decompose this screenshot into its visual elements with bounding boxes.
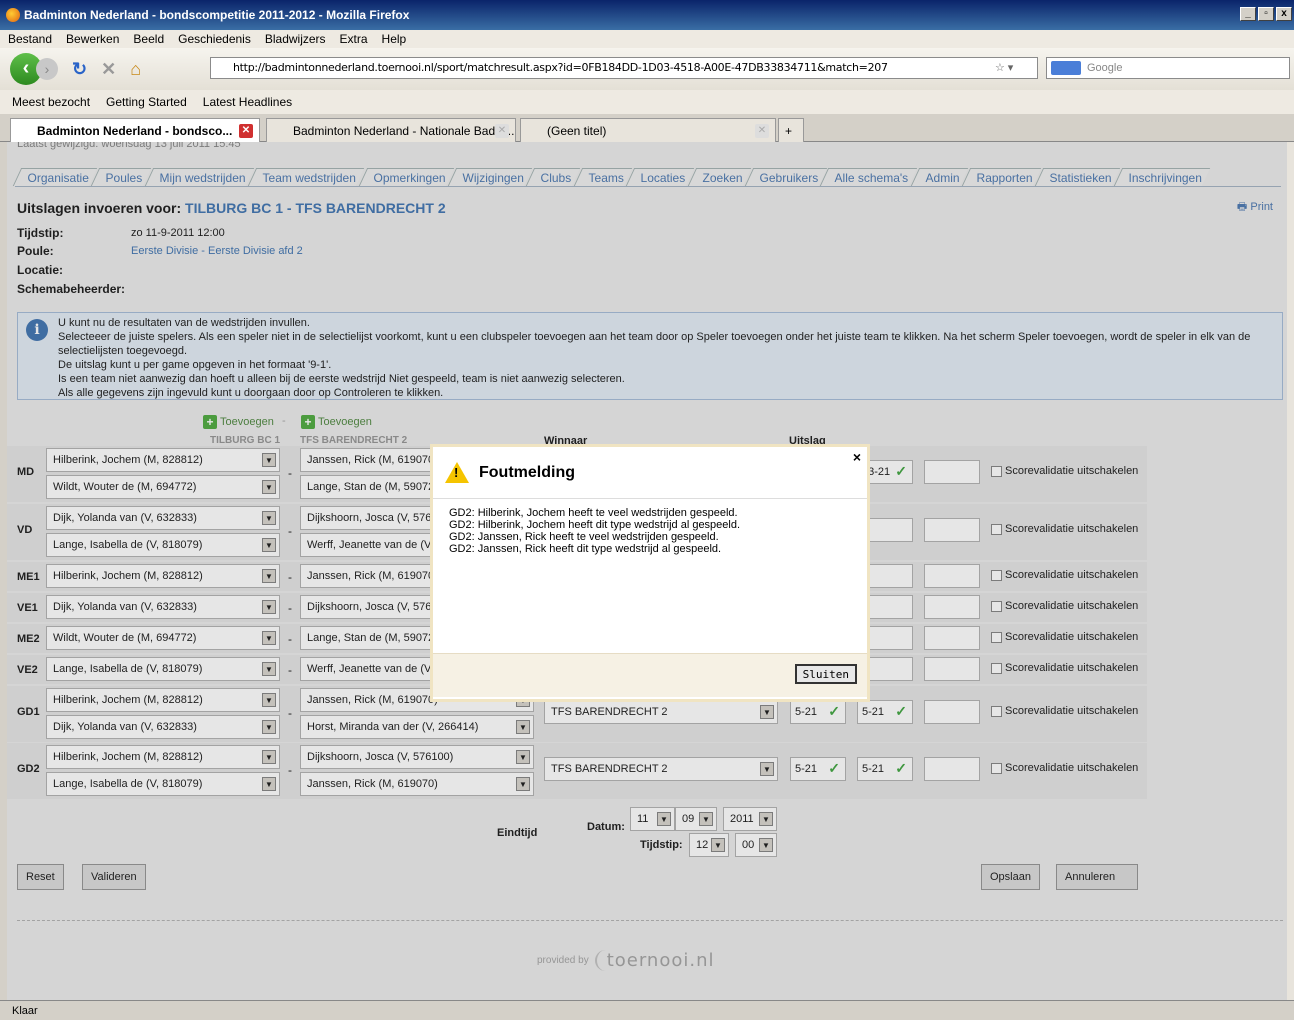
home-icon[interactable]: ⌂: [130, 59, 141, 80]
dialog-title: Foutmelding: [479, 463, 575, 481]
close-tab-icon[interactable]: ✕: [495, 124, 509, 138]
warning-icon: !: [445, 462, 469, 483]
scrollbar[interactable]: [1287, 142, 1294, 1000]
menu-extra[interactable]: Extra: [340, 32, 368, 46]
browser-tab-label: Badminton Nederland - Nationale Badmi...: [293, 124, 516, 138]
close-tab-icon[interactable]: ✕: [239, 124, 253, 138]
browser-tab-active[interactable]: Badminton Nederland - bondsco... ✕: [10, 118, 260, 143]
dialog-header: ! Foutmelding: [433, 447, 867, 499]
close-window-button[interactable]: x: [1276, 7, 1292, 21]
error-message: GD2: Janssen, Rick heeft te veel wedstri…: [449, 531, 719, 543]
bookmark-getting-started[interactable]: Getting Started: [106, 95, 187, 109]
bookmark-star-icon[interactable]: ☆ ▾: [995, 58, 1013, 78]
menu-bladwijzers[interactable]: Bladwijzers: [265, 32, 326, 46]
new-tab-button[interactable]: +: [778, 118, 804, 142]
close-icon[interactable]: ×: [853, 449, 861, 465]
reload-icon[interactable]: ↻: [72, 59, 87, 80]
menu-help[interactable]: Help: [382, 32, 407, 46]
error-message: GD2: Hilberink, Jochem heeft dit type we…: [449, 519, 741, 531]
firefox-icon: [6, 8, 20, 22]
browser-tab[interactable]: (Geen titel) ✕: [520, 118, 776, 142]
close-dialog-button[interactable]: Sluiten: [794, 664, 857, 684]
error-message: GD2: Hilberink, Jochem heeft te veel wed…: [449, 507, 738, 519]
bookmarks-toolbar: Meest bezocht Getting Started Latest Hea…: [0, 90, 1294, 114]
window-title: Badminton Nederland - bondscompetitie 20…: [24, 8, 410, 22]
restore-button[interactable]: ▫: [1258, 7, 1274, 21]
dialog-footer: Sluiten: [433, 653, 867, 697]
error-messages: GD2: Hilberink, Jochem heeft te veel wed…: [433, 499, 867, 653]
url-text: http://badmintonnederland.toernooi.nl/sp…: [233, 61, 888, 74]
google-search-engine-icon[interactable]: [1051, 61, 1081, 75]
browser-tab-label: Badminton Nederland - bondsco...: [37, 124, 233, 138]
bookmark-meest-bezocht[interactable]: Meest bezocht: [12, 95, 90, 109]
search-box[interactable]: Google: [1046, 57, 1290, 79]
window-titlebar: Badminton Nederland - bondscompetitie 20…: [0, 0, 1294, 30]
menu-geschiedenis[interactable]: Geschiedenis: [178, 32, 251, 46]
menu-bewerken[interactable]: Bewerken: [66, 32, 119, 46]
menu-bar: Bestand Bewerken Beeld Geschiedenis Bladwijz…: [0, 30, 1294, 48]
browser-tab[interactable]: Badminton Nederland - Nationale Badmi...…: [266, 118, 516, 142]
minimize-button[interactable]: _: [1240, 7, 1256, 21]
navigation-toolbar: ‹ › ↻ ✕ ⌂ http://badmintonnederland.toer…: [0, 48, 1294, 90]
forward-arrow-icon[interactable]: ›: [36, 58, 58, 80]
browser-tab-label: (Geen titel): [547, 124, 607, 138]
bookmark-latest-headlines[interactable]: Latest Headlines: [203, 95, 292, 109]
menu-bestand[interactable]: Bestand: [8, 32, 52, 46]
menu-beeld[interactable]: Beeld: [133, 32, 164, 46]
stop-icon[interactable]: ✕: [101, 59, 116, 80]
error-message: GD2: Janssen, Rick heeft dit type wedstr…: [449, 543, 722, 555]
address-bar[interactable]: http://badmintonnederland.toernooi.nl/sp…: [210, 57, 1038, 79]
status-bar: Klaar: [0, 1000, 1294, 1020]
search-placeholder: Google: [1087, 62, 1123, 74]
error-dialog: ! Foutmelding × GD2: Hilberink, Jochem he…: [430, 444, 870, 702]
browser-tab-strip: Badminton Nederland - bondsco... ✕ Badmin…: [0, 114, 1294, 143]
close-tab-icon[interactable]: ✕: [755, 124, 769, 138]
